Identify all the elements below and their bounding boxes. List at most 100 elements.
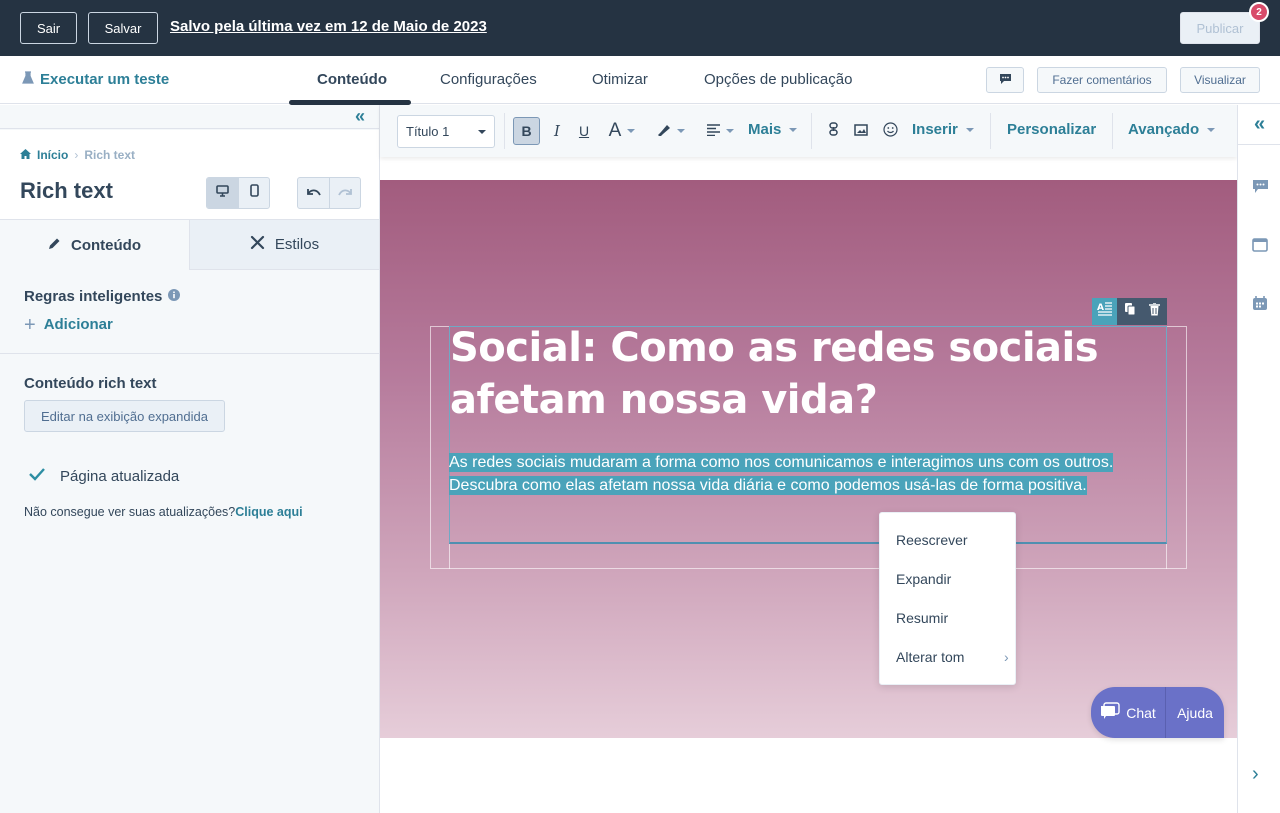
toolbar-separator (811, 113, 812, 149)
link-button[interactable] (825, 117, 841, 145)
plus-icon: + (24, 313, 36, 336)
chat-button[interactable]: Chat (1091, 687, 1166, 738)
menu-item-rewrite[interactable]: Reescrever (896, 532, 968, 548)
left-sidebar: « Início › Rich text Rich text Conteúdo … (0, 105, 380, 813)
home-icon (20, 148, 31, 162)
clone-module-button[interactable] (1117, 298, 1142, 325)
rich-text-toolbar: Título 1 B I U A Mais Inserir Personaliz… (380, 105, 1237, 157)
comments-icon-button[interactable] (986, 67, 1024, 93)
panel-tab-styles-label: Estilos (274, 236, 320, 253)
collapse-sidebar-icon[interactable]: « (355, 107, 365, 125)
toolbar-separator (1112, 113, 1113, 149)
chevron-right-icon: › (1004, 649, 1009, 665)
copy-icon (1124, 302, 1136, 321)
advanced-label: Avançado (1128, 121, 1200, 138)
tab-publishing-options[interactable]: Opções de publicação (704, 71, 852, 88)
menu-item-change-tone[interactable]: Alterar tom › (896, 649, 1009, 665)
page-updated-label: Página atualizada (60, 467, 180, 485)
breadcrumb-home[interactable]: Início (37, 148, 68, 162)
smart-rules-heading: Regras inteligentes (24, 288, 181, 305)
divider (0, 353, 379, 354)
breadcrumb: Início › Rich text (20, 148, 135, 162)
mobile-view-button[interactable] (238, 178, 269, 208)
chevron-down-icon (1207, 127, 1216, 132)
flask-icon (22, 71, 34, 88)
chevron-down-icon (725, 129, 734, 133)
run-test-link[interactable]: Executar um teste (22, 71, 169, 88)
desktop-icon (216, 184, 229, 202)
info-icon[interactable] (168, 288, 181, 305)
publish-badge: 2 (1249, 2, 1269, 22)
panel-tab-content[interactable]: Conteúdo (0, 220, 190, 270)
save-button[interactable]: Salvar (88, 12, 158, 44)
chevron-right-icon[interactable]: › (1252, 763, 1259, 786)
text-color-button[interactable]: A (602, 117, 642, 145)
desktop-view-button[interactable] (207, 178, 238, 208)
chevron-down-icon (789, 127, 798, 132)
underline-button[interactable]: U (574, 117, 594, 145)
chat-bubble-icon (1100, 702, 1120, 723)
redo-button[interactable] (329, 178, 360, 208)
tab-content[interactable]: Conteúdo (317, 71, 387, 88)
text-style-select[interactable]: Título 1 (397, 115, 495, 148)
emoji-icon (882, 121, 898, 141)
click-here-link[interactable]: Clique aqui (235, 505, 302, 519)
image-button[interactable] (852, 117, 870, 145)
run-test-label: Executar um teste (40, 71, 170, 88)
delete-module-button[interactable] (1142, 298, 1167, 325)
panel-tab-styles[interactable]: Estilos (190, 220, 379, 270)
last-saved-link[interactable]: Salvo pela última vez em 12 de Maio de 2… (170, 18, 487, 35)
breadcrumb-separator-icon: › (74, 148, 79, 162)
menu-item-summarize[interactable]: Resumir (896, 610, 948, 626)
edit-module-button[interactable]: A (1092, 298, 1117, 325)
preview-button[interactable]: Visualizar (1180, 67, 1260, 93)
selected-text[interactable]: As redes sociais mudaram a forma como no… (449, 453, 1114, 495)
module-title: Rich text (20, 178, 113, 203)
align-left-icon (706, 123, 720, 140)
emoji-button[interactable] (881, 117, 899, 145)
underline-icon: U (578, 123, 590, 139)
personalize-button[interactable]: Personalizar (1007, 121, 1096, 138)
smart-rules-label: Regras inteligentes (24, 288, 163, 305)
chevron-down-icon (478, 130, 486, 134)
schedule-panel-button[interactable] (1250, 295, 1270, 315)
toolbar-separator (504, 113, 505, 149)
editor-nav-bar: Executar um teste Conteúdo Configurações… (0, 56, 1280, 105)
more-menu[interactable]: Mais (748, 121, 798, 138)
help-button[interactable]: Ajuda (1166, 687, 1224, 738)
insert-menu[interactable]: Inserir (912, 121, 974, 138)
cant-see-updates: Não consegue ver suas atualizações?Cliqu… (24, 505, 303, 519)
publish-button[interactable]: Publicar (1180, 12, 1260, 44)
link-icon (828, 122, 838, 140)
tab-optimize[interactable]: Otimizar (592, 71, 648, 88)
more-label: Mais (748, 121, 782, 138)
add-label: Adicionar (43, 316, 113, 333)
italic-button[interactable]: I (547, 117, 567, 145)
tab-settings[interactable]: Configurações (440, 71, 537, 88)
exit-button[interactable]: Sair (20, 12, 77, 44)
brush-scissors-icon (250, 235, 265, 254)
bold-button[interactable]: B (513, 117, 540, 145)
menu-item-expand[interactable]: Expandir (896, 571, 951, 587)
mobile-icon (249, 184, 259, 202)
comments-panel-button[interactable] (1250, 179, 1270, 199)
check-icon (28, 467, 46, 485)
undo-button[interactable] (298, 178, 329, 208)
chevron-down-icon (627, 129, 636, 133)
page-updated-status: Página atualizada (28, 467, 179, 485)
rich-text-heading[interactable]: Social: Como as redes sociais afetam nos… (450, 322, 1166, 426)
align-button[interactable] (704, 117, 736, 145)
pencil-icon (48, 237, 61, 254)
layout-panel-button[interactable] (1250, 237, 1270, 257)
breadcrumb-current: Rich text (84, 148, 136, 162)
edit-expanded-view-button[interactable]: Editar na exibição expandida (24, 400, 225, 432)
comments-button[interactable]: Fazer comentários (1037, 67, 1167, 93)
module-toolbar: A (1092, 298, 1167, 325)
add-smart-rule-button[interactable]: + Adicionar (24, 313, 113, 336)
advanced-menu[interactable]: Avançado (1128, 121, 1216, 138)
highlight-button[interactable] (652, 117, 690, 145)
text-style-value: Título 1 (406, 124, 450, 139)
rich-text-body[interactable]: As redes sociais mudaram a forma como no… (449, 451, 1165, 497)
expand-right-panel-icon[interactable]: « (1238, 105, 1280, 145)
text-color-icon: A (608, 120, 622, 141)
